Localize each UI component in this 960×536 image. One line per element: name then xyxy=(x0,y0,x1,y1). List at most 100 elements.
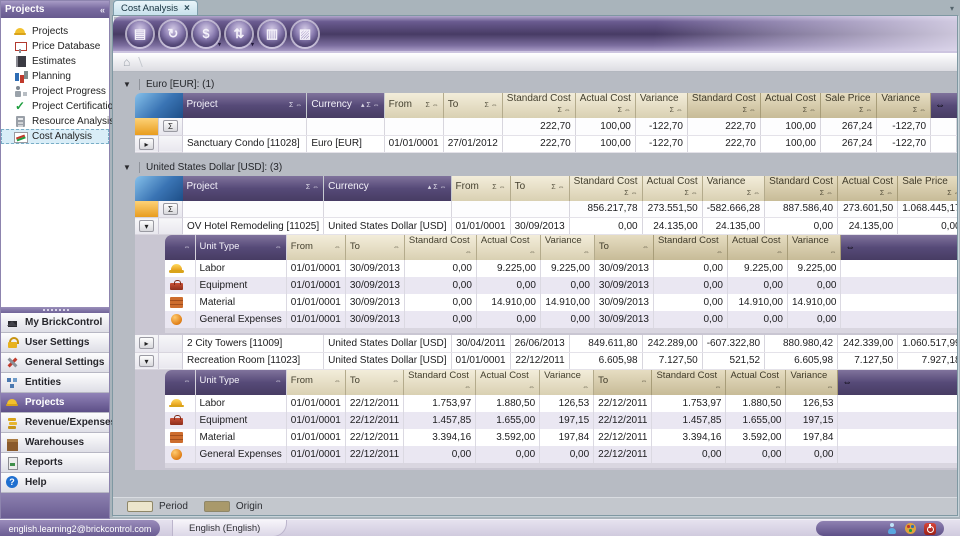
column-header-actual-cost[interactable]: Actual Cost⇔ xyxy=(476,235,540,260)
column-header-variance[interactable]: Variance⇔ xyxy=(540,235,594,260)
nav-item-general-settings[interactable]: General Settings xyxy=(1,353,109,373)
cost-analysis-grid: ▼Euro [EUR]: (1)ProjectΣ ⇔Currency▴ Σ ⇔F… xyxy=(113,72,957,497)
column-header-unit-type[interactable]: Unit Type⇔ xyxy=(195,370,286,395)
collapse-row-button[interactable]: ▾ xyxy=(139,355,154,367)
column-header-variance[interactable]: VarianceΣ ⇔ xyxy=(702,176,764,201)
unit-cell: 197,84 xyxy=(540,429,594,446)
project-cell: Sanctuary Condo [11028] xyxy=(183,135,307,152)
project-cell: 6.605,98 xyxy=(569,352,642,369)
nav-item-my-brickcontrol[interactable]: My BrickControl xyxy=(1,313,109,333)
sigma-button[interactable]: Σ xyxy=(163,203,178,215)
column-header-unit-type[interactable]: Unit Type⇔ xyxy=(195,235,286,260)
column-header-standard-cost[interactable]: Standard CostΣ ⇔ xyxy=(765,176,838,201)
tab-close-icon[interactable]: × xyxy=(184,3,190,14)
column-header-label: Standard Cost xyxy=(507,93,571,104)
nav-item-label: Help xyxy=(25,477,47,488)
sidebar-item-projects[interactable]: Projects xyxy=(1,24,109,39)
nav-item-help[interactable]: Help xyxy=(1,473,109,493)
nav-item-reports[interactable]: Reports xyxy=(1,453,109,473)
column-header-standard-cost[interactable]: Standard Cost⇔ xyxy=(652,370,726,395)
language-selector[interactable]: English (English) xyxy=(172,520,287,536)
sidebar-item-resource-analysis[interactable]: Resource Analysis xyxy=(1,114,109,129)
unit-cell: 0,00 xyxy=(476,311,540,328)
logout-power-icon[interactable] xyxy=(924,523,936,535)
column-header-from[interactable]: FromΣ ⇔ xyxy=(451,176,510,201)
collapse-sidebar-button[interactable]: « xyxy=(100,5,105,15)
user-icon[interactable] xyxy=(886,523,897,534)
column-header-from[interactable]: From⇔ xyxy=(286,235,345,260)
sigma-button[interactable]: Σ xyxy=(163,120,178,132)
column-header-to[interactable]: To⇔ xyxy=(594,235,653,260)
group-collapse-icon[interactable]: ▼ xyxy=(121,163,133,172)
column-header-standard-cost[interactable]: Standard Cost⇔ xyxy=(404,235,476,260)
column-header-variance[interactable]: Variance⇔ xyxy=(540,370,594,395)
sidebar-item-planning[interactable]: Planning xyxy=(1,69,109,84)
nav-item-revenue-expenses[interactable]: Revenue/Expenses xyxy=(1,413,109,433)
tab-cost-analysis[interactable]: Cost Analysis × xyxy=(113,0,198,15)
collapse-row-button[interactable]: ▾ xyxy=(139,220,154,232)
column-header-icon[interactable]: ⇔ xyxy=(165,370,195,395)
header-icons: Σ ⇔ xyxy=(485,99,498,113)
column-header-sale-price[interactable]: Sale PriceΣ ⇔ xyxy=(898,176,957,201)
summary-cell: 222,70 xyxy=(502,118,575,135)
nav-item-warehouses[interactable]: Warehouses xyxy=(1,433,109,453)
export-button[interactable]: ▨ xyxy=(292,21,318,47)
nav-item-projects[interactable]: Projects xyxy=(1,393,109,413)
column-header-actual-cost[interactable]: Actual CostΣ ⇔ xyxy=(575,93,635,118)
column-header-actual-cost[interactable]: Actual Cost⇔ xyxy=(726,370,786,395)
sidebar-item-cost-analysis[interactable]: Cost Analysis xyxy=(1,129,109,144)
column-header-from[interactable]: From⇔ xyxy=(286,370,345,395)
sidebar-item-price-database[interactable]: Price Database xyxy=(1,39,109,54)
sort-button[interactable]: ⇅▾ xyxy=(226,21,252,47)
column-header-actual-cost[interactable]: Actual CostΣ ⇔ xyxy=(760,93,820,118)
column-header-label: Variance xyxy=(544,370,581,381)
column-header-standard-cost[interactable]: Standard CostΣ ⇔ xyxy=(687,93,760,118)
print-button[interactable]: ▥ xyxy=(259,21,285,47)
column-header-project[interactable]: ProjectΣ ⇔ xyxy=(183,93,307,118)
group-collapse-icon[interactable]: ▼ xyxy=(121,80,133,89)
expand-row-button[interactable]: ▸ xyxy=(139,138,154,150)
column-header-actual-cost[interactable]: Actual Cost⇔ xyxy=(476,370,540,395)
sidebar-item-estimates[interactable]: Estimates xyxy=(1,54,109,69)
header-icons: ⇔ xyxy=(716,246,723,260)
nav-item-user-settings[interactable]: User Settings xyxy=(1,333,109,353)
column-header-project[interactable]: ProjectΣ ⇔ xyxy=(183,176,324,201)
home-icon[interactable]: ⌂ xyxy=(123,57,130,67)
column-header-variance[interactable]: Variance⇔ xyxy=(786,370,838,395)
column-header-standard-cost[interactable]: Standard Cost⇔ xyxy=(404,370,476,395)
tab-list-dropdown-icon[interactable]: ▾ xyxy=(950,4,954,13)
column-header-to[interactable]: ToΣ ⇔ xyxy=(510,176,569,201)
refresh-button[interactable]: ↻ xyxy=(160,21,186,47)
column-header-actual-cost[interactable]: Actual CostΣ ⇔ xyxy=(838,176,898,201)
column-header-standard-cost[interactable]: Standard CostΣ ⇔ xyxy=(569,176,642,201)
column-header-to[interactable]: To⇔ xyxy=(345,235,404,260)
column-header-variance[interactable]: Variance⇔ xyxy=(787,235,841,260)
column-header-variance[interactable]: VarianceΣ ⇔ xyxy=(635,93,687,118)
theme-palette-icon[interactable] xyxy=(905,523,916,534)
column-header-sale-price[interactable]: Sale PriceΣ ⇔ xyxy=(820,93,876,118)
column-header-variance[interactable]: VarianceΣ ⇔ xyxy=(877,93,931,118)
sidebar-item-project-certification[interactable]: Project Certification xyxy=(1,99,109,114)
column-header-to[interactable]: ToΣ ⇔ xyxy=(443,93,502,118)
subtable-row: ⇔Unit Type⇔From⇔To⇔Standard Cost⇔Actual … xyxy=(135,369,957,470)
column-header-actual-cost[interactable]: Actual CostΣ ⇔ xyxy=(642,176,702,201)
sub-header-stub[interactable]: ⇔ xyxy=(841,235,957,260)
column-header-standard-cost[interactable]: Standard CostΣ ⇔ xyxy=(502,93,575,118)
column-header-to[interactable]: To⇔ xyxy=(594,370,652,395)
unit-cell: 30/09/2013 xyxy=(594,277,653,294)
column-header-from[interactable]: FromΣ ⇔ xyxy=(384,93,443,118)
archive-button[interactable]: ▤ xyxy=(127,21,153,47)
column-header-standard-cost[interactable]: Standard Cost⇔ xyxy=(653,235,727,260)
sidebar-item-project-progress[interactable]: Project Progress xyxy=(1,84,109,99)
sub-header-stub[interactable]: ⇔ xyxy=(838,370,957,395)
column-header-actual-cost[interactable]: Actual Cost⇔ xyxy=(727,235,787,260)
currency-button[interactable]: $▾ xyxy=(193,21,219,47)
expand-row-button[interactable]: ▸ xyxy=(139,337,154,349)
column-header-to[interactable]: To⇔ xyxy=(345,370,403,395)
nav-item-entities[interactable]: Entities xyxy=(1,373,109,393)
column-header-currency[interactable]: Currency▴ Σ ⇔ xyxy=(324,176,451,201)
column-header-icon[interactable]: ⇔ xyxy=(165,235,195,260)
sidebar-splitter[interactable] xyxy=(1,307,109,313)
column-header-currency[interactable]: Currency▴ Σ ⇔ xyxy=(307,93,384,118)
column-header-stub[interactable]: ⇔ xyxy=(931,93,957,118)
